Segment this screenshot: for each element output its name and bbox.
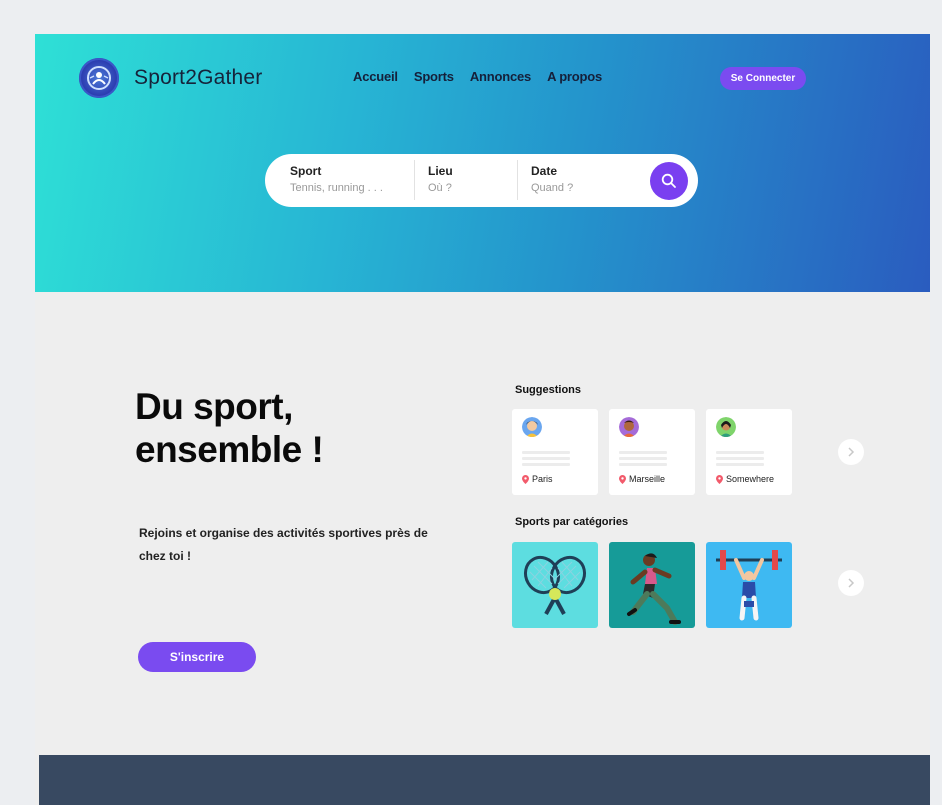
date-field-label: Date — [531, 164, 558, 178]
category-tile-weightlifting[interactable] — [706, 542, 792, 628]
chevron-right-icon — [848, 447, 855, 457]
brand-name[interactable]: Sport2Gather — [134, 66, 262, 90]
placeholder-line — [522, 451, 570, 454]
search-button[interactable] — [650, 162, 688, 200]
nav-item-accueil[interactable]: Accueil — [353, 69, 398, 84]
placeholder-line — [522, 457, 570, 460]
card-location: Marseille — [619, 474, 665, 484]
location-pin-icon — [522, 474, 529, 484]
lieu-field-placeholder[interactable]: Où ? — [428, 182, 453, 194]
hero-banner: Sport2Gather Accueil Sports Annonces A p… — [35, 34, 930, 292]
nav-item-annonces[interactable]: Annonces — [470, 69, 531, 84]
card-location-label: Somewhere — [726, 474, 775, 484]
runner-icon — [627, 553, 681, 625]
search-divider — [414, 160, 415, 200]
placeholder-line — [619, 457, 667, 460]
hero-subtitle: Rejoins et organise des activités sporti… — [139, 526, 428, 563]
suggestions-title: Suggestions — [515, 384, 582, 396]
chevron-right-icon — [848, 578, 855, 588]
weightlifter-icon — [716, 550, 782, 621]
suggestion-card[interactable]: Somewhere — [706, 409, 792, 495]
location-pin-icon — [619, 474, 626, 484]
card-location: Paris — [522, 474, 553, 484]
nav-item-sports[interactable]: Sports — [414, 69, 454, 84]
placeholder-line — [716, 451, 764, 454]
title-line-1: Du sport, — [135, 386, 293, 427]
category-tile-tennis[interactable] — [512, 542, 598, 628]
sport-field[interactable]: Sport Tennis, running . . . — [290, 164, 383, 194]
avatar — [619, 417, 639, 437]
sport-field-label: Sport — [290, 164, 322, 178]
lieu-field[interactable]: Lieu Où ? — [428, 164, 453, 194]
placeholder-line — [716, 463, 764, 466]
search-icon — [661, 173, 676, 188]
placeholder-line — [716, 457, 764, 460]
card-location: Somewhere — [716, 474, 774, 484]
logo-emblem-icon[interactable] — [79, 58, 119, 98]
categories-title: Sports par catégories — [515, 516, 629, 528]
placeholder-line — [619, 451, 667, 454]
main-nav: Accueil Sports Annonces A propos — [353, 69, 602, 84]
card-location-label: Paris — [532, 474, 553, 484]
tennis-rackets-icon — [523, 555, 587, 615]
signup-button[interactable]: S'inscrire — [138, 642, 256, 672]
nav-item-apropos[interactable]: A propos — [547, 69, 602, 84]
suggestion-card[interactable]: Marseille — [609, 409, 695, 495]
suggestions-next-button[interactable] — [838, 439, 864, 465]
search-divider — [517, 160, 518, 200]
search-bar: Sport Tennis, running . . . Lieu Où ? Da… — [265, 154, 698, 207]
page-frame: Sport2Gather Accueil Sports Annonces A p… — [35, 34, 930, 805]
placeholder-line — [619, 463, 667, 466]
suggestion-card[interactable]: Paris — [512, 409, 598, 495]
avatar — [716, 417, 736, 437]
date-field[interactable]: Date Quand ? — [531, 164, 573, 194]
card-location-label: Marseille — [629, 474, 666, 484]
lieu-field-label: Lieu — [428, 164, 453, 178]
date-field-placeholder[interactable]: Quand ? — [531, 182, 573, 194]
footer — [39, 755, 930, 805]
title-line-2: ensemble ! — [135, 429, 324, 470]
sport-field-placeholder[interactable]: Tennis, running . . . — [290, 182, 383, 194]
categories-next-button[interactable] — [838, 570, 864, 596]
category-tile-running[interactable] — [609, 542, 695, 628]
placeholder-line — [522, 463, 570, 466]
avatar — [522, 417, 542, 437]
connect-button[interactable]: Se Connecter — [720, 67, 806, 90]
location-pin-icon — [716, 474, 723, 484]
page-title: Du sport, ensemble ! — [135, 385, 324, 471]
